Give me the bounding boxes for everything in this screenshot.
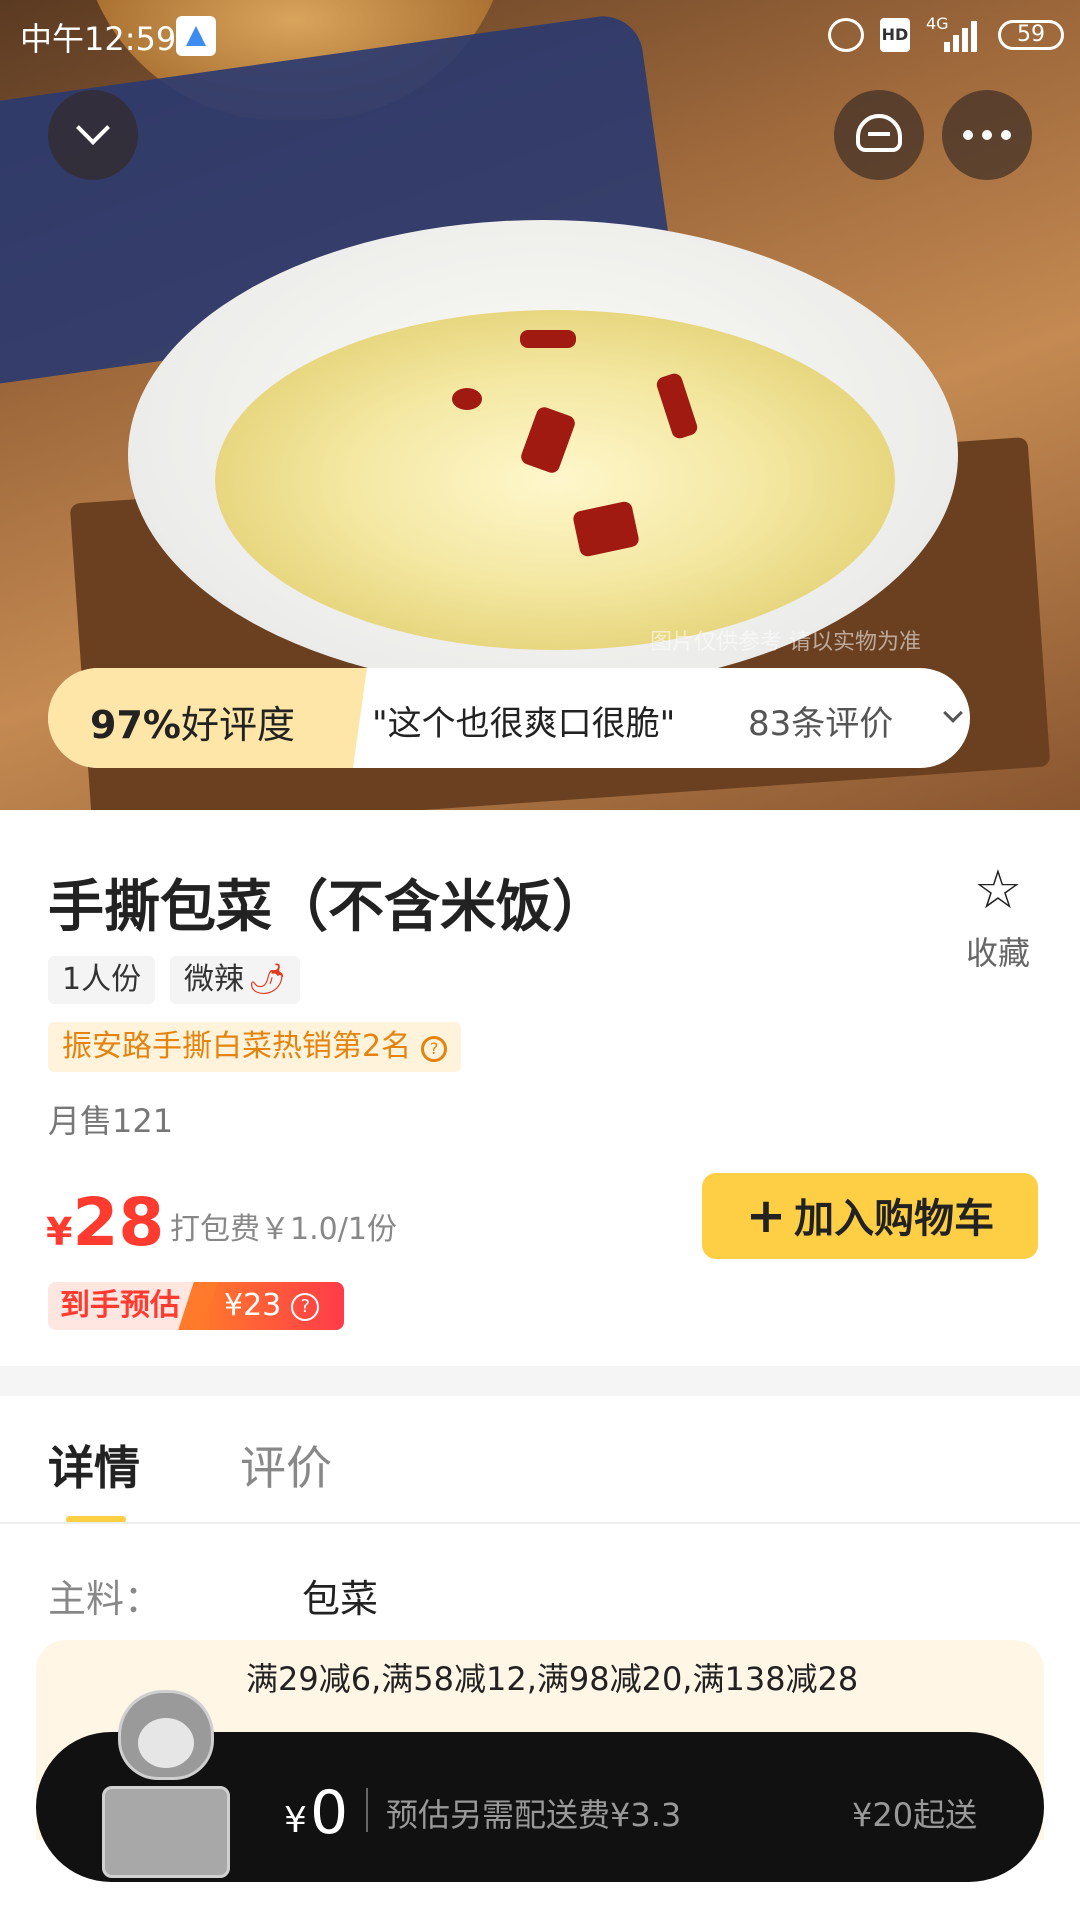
add-to-cart-label: 加入购物车 (794, 1196, 995, 1242)
more-button[interactable] (942, 90, 1032, 180)
estimate-price: ¥23 (224, 1288, 282, 1323)
main-ingredient-value: 包菜 (302, 1577, 379, 1621)
chevron-down-icon (76, 111, 110, 145)
tab-divider (0, 1522, 1080, 1524)
review-count: 83条评价 (748, 704, 894, 744)
review-quote: "这个也很爽口很脆" (372, 704, 676, 744)
estimated-price-badge[interactable]: 到手预估 ¥23? (48, 1282, 344, 1330)
more-dots-icon (963, 130, 1011, 140)
chili-piece (452, 388, 482, 410)
chili-piece (520, 330, 576, 348)
price-currency: ¥ (46, 1210, 73, 1254)
cart-currency: ¥ (284, 1800, 307, 1841)
monthly-sales: 月售121 (48, 1102, 174, 1140)
chili-icon: 🌶 (248, 962, 287, 997)
favorite-label: 收藏 (965, 934, 1030, 972)
help-icon: ? (421, 1036, 448, 1062)
promo-text: 满29减6,满58减12,满98减20,满138减28 (246, 1660, 859, 1698)
tab-reviews[interactable]: 评价 (240, 1432, 332, 1498)
battery-icon: 59 (998, 20, 1064, 50)
rank-text: 振安路手撕白菜热销第2名 (62, 1029, 412, 1064)
portion-tag: 1人份 (48, 956, 156, 1004)
positive-rating: 97%好评度 (90, 694, 295, 749)
headset-icon (856, 114, 902, 152)
price: ¥28 (46, 1184, 164, 1261)
product-title: 手撕包菜（不含米饭） (48, 875, 608, 940)
help-icon: ? (291, 1293, 320, 1321)
mascot-cart-icon[interactable] (96, 1690, 236, 1880)
hd-icon: HD (880, 18, 910, 52)
alarm-icon (828, 18, 864, 52)
star-icon: ☆ (973, 858, 1023, 921)
image-watermark: 图片仅供参考 请以实物为准 (650, 630, 921, 655)
rating-percent: 97% (90, 703, 181, 747)
cart-total: 0 (310, 1778, 349, 1848)
section-divider (0, 1366, 1080, 1396)
delivery-fee: 预估另需配送费¥3.3 (386, 1796, 682, 1834)
tab-details[interactable]: 详情 (48, 1432, 140, 1498)
status-bar: 中午12:59 HD 4G 59 (0, 0, 1080, 70)
spice-tag: 微辣 🌶 (170, 956, 301, 1004)
chevron-down-icon (943, 703, 963, 723)
mascot-box (102, 1786, 230, 1878)
add-to-cart-button[interactable]: + 加入购物车 (702, 1173, 1038, 1259)
estimate-value-box: ¥23? (198, 1282, 344, 1330)
rating-label: 好评度 (180, 703, 295, 747)
collapse-button[interactable] (48, 90, 138, 180)
customer-service-button[interactable] (834, 90, 924, 180)
main-ingredient-label: 主料： (48, 1577, 163, 1621)
packing-fee: 打包费￥1.0/1份 (170, 1212, 397, 1247)
cart-separator (366, 1788, 368, 1832)
app-notification-icon (176, 16, 216, 56)
signal-icon (944, 18, 980, 52)
mascot-face (138, 1718, 194, 1768)
plus-icon: + (745, 1188, 787, 1244)
cabbage-dish (215, 310, 895, 650)
status-time: 中午12:59 (20, 20, 177, 58)
favorite-button[interactable]: ☆ 收藏 (958, 860, 1038, 974)
spice-label: 微辣 (184, 962, 244, 997)
price-value: 28 (72, 1184, 165, 1261)
rank-badge[interactable]: 振安路手撕白菜热销第2名? (48, 1022, 462, 1072)
minimum-order: ¥20起送 (852, 1796, 978, 1834)
rating-summary-bar[interactable]: 97%好评度 "这个也很爽口很脆" 83条评价 (48, 668, 970, 768)
